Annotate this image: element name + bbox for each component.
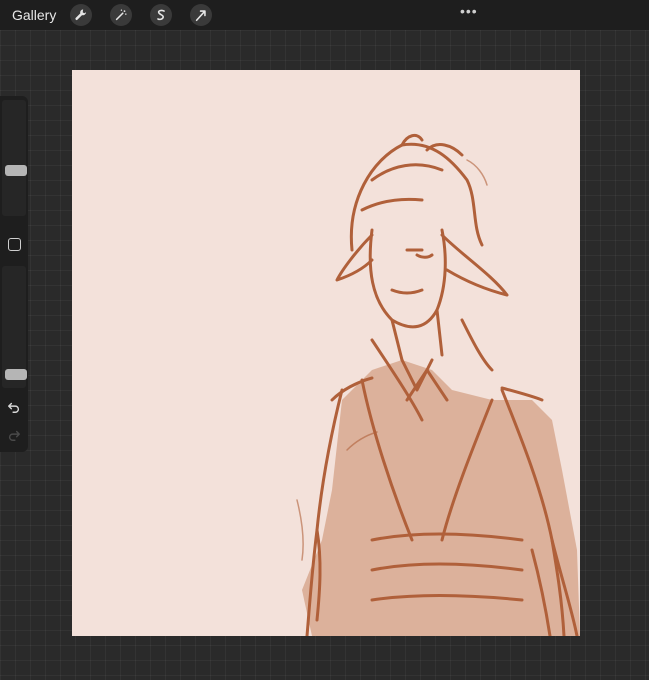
- left-sidebar: [0, 96, 28, 452]
- drawing-canvas[interactable]: [72, 70, 580, 636]
- adjustments-button[interactable]: [110, 4, 133, 26]
- opacity-slider[interactable]: [2, 266, 27, 388]
- selection-button[interactable]: [150, 4, 173, 26]
- character-sketch: [296, 133, 580, 636]
- wrench-icon: [75, 9, 87, 20]
- opacity-thumb[interactable]: [5, 368, 27, 380]
- undo-icon[interactable]: [7, 400, 21, 414]
- magic-wand-icon: [116, 9, 127, 21]
- top-toolbar: Gallery •••: [0, 0, 649, 30]
- selection-icon: [157, 9, 166, 21]
- redo-icon[interactable]: [7, 428, 21, 442]
- transform-button[interactable]: [190, 4, 213, 26]
- modify-button[interactable]: [8, 238, 21, 251]
- gallery-button[interactable]: Gallery: [12, 7, 56, 23]
- more-options-button[interactable]: •••: [460, 3, 478, 19]
- transform-arrow-icon: [196, 10, 207, 22]
- actions-button[interactable]: [70, 4, 93, 26]
- brush-size-slider[interactable]: [2, 100, 27, 216]
- brush-size-thumb[interactable]: [5, 165, 27, 177]
